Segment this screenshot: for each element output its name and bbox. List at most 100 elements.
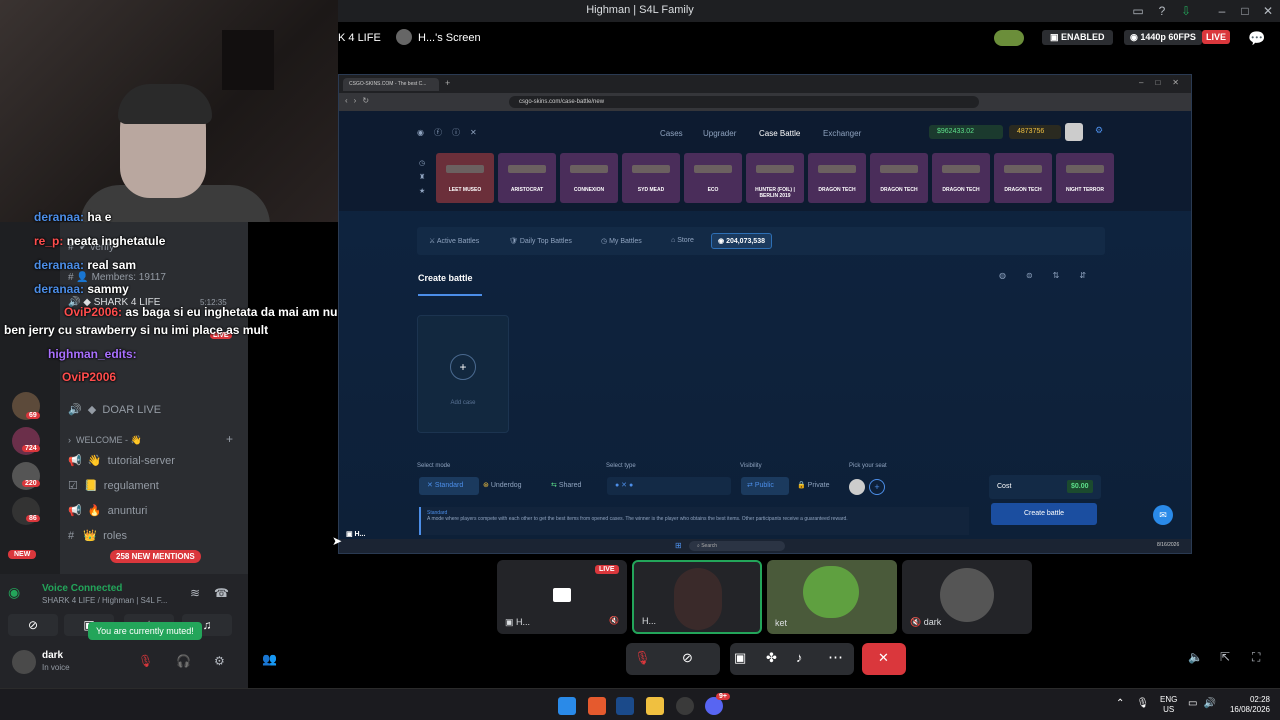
tab-my-battles[interactable]: ◷ My Battles (601, 237, 642, 245)
visibility-public-button[interactable]: ⇄ Public (741, 477, 789, 495)
add-case-slot[interactable]: + Add case (417, 315, 509, 433)
camera-off-icon[interactable]: ⊘ (682, 650, 693, 666)
drop-card[interactable]: DRAGON TECH (870, 153, 928, 203)
create-battle-button[interactable]: Create battle (991, 503, 1097, 525)
steam-icon[interactable] (616, 697, 634, 715)
fullscreen-icon[interactable]: ⛶ (1252, 650, 1260, 665)
balance-display[interactable]: $962433.02 (929, 125, 1003, 139)
add-channel-icon[interactable]: + (226, 432, 233, 446)
channel-regulament[interactable]: ☑ 📒 regulament (68, 479, 159, 492)
disconnect-icon[interactable]: ☎ (214, 586, 229, 600)
settings-icon[interactable]: ⚙ (214, 654, 225, 668)
app-icon[interactable] (676, 697, 694, 715)
drop-card[interactable]: DRAGON TECH (994, 153, 1052, 203)
new-mentions-badge[interactable]: 258 NEW MENTIONS (110, 550, 201, 563)
camera-toggle-button[interactable]: ⊘ (8, 614, 58, 636)
screen-share-icon[interactable]: ▣ (734, 650, 746, 666)
participant-tile[interactable]: LIVE ▣ H... 🔇 (497, 560, 627, 634)
tab-store[interactable]: ⌂ Store (671, 237, 694, 244)
noise-suppression-icon[interactable]: ≋ (190, 586, 200, 600)
participant-tile[interactable]: 🔇 dark (902, 560, 1032, 634)
channel-roles[interactable]: # 👑 roles (68, 529, 127, 542)
tab-active-battles[interactable]: ⚔ Active Battles (429, 237, 479, 245)
visibility-private-button[interactable]: 🔒 Private (797, 481, 829, 489)
mic-muted-icon[interactable]: 🎙 (634, 650, 651, 666)
drop-card[interactable]: SYD MEAD (622, 153, 680, 203)
channel-doar-live[interactable]: 🔊 ◆ DOAR LIVE (68, 403, 161, 416)
file-explorer-icon[interactable] (646, 697, 664, 715)
url-input[interactable]: csgo-skins.com/case-battle/new (509, 96, 979, 108)
leave-call-button[interactable]: ✕ (862, 643, 906, 675)
close-icon[interactable]: ✕ (1260, 3, 1276, 19)
browser-tab[interactable]: CSGO-SKINS.COM - The best C... (343, 78, 439, 91)
drop-card[interactable]: HUNTER (FOIL) | BERLIN 2019 (746, 153, 804, 203)
drop-name: HUNTER (FOIL) | BERLIN 2019 (755, 187, 795, 199)
avatar[interactable] (1065, 123, 1083, 141)
more-icon[interactable]: ⋯ (828, 648, 843, 666)
voice-channel-name[interactable]: SHARK 4 LIFE / Highman | S4L F... (42, 596, 167, 605)
search-input[interactable]: ⌕ Search (689, 541, 785, 551)
clock[interactable]: 02:28 16/08/2026 (1220, 695, 1270, 715)
avatar[interactable] (12, 650, 36, 674)
window-controls[interactable]: –□✕ (1139, 78, 1191, 87)
seat-avatar[interactable] (849, 479, 865, 495)
nav-exchanger[interactable]: Exchanger (823, 129, 861, 138)
feed-filter-icons[interactable]: ◷ ♜ ★ (419, 157, 425, 199)
add-friend-icon[interactable]: 👥 (262, 652, 277, 666)
mode-standard-button[interactable]: ✕ Standard (419, 477, 479, 495)
network-volume-icons[interactable]: ▭🔊 (1188, 698, 1222, 709)
drop-card[interactable]: NIGHT TERROR (1056, 153, 1114, 203)
language-indicator[interactable]: ENG US (1160, 695, 1177, 715)
add-seat-icon[interactable]: + (869, 479, 885, 495)
drop-card[interactable]: DRAGON TECH (932, 153, 990, 203)
tray-icons[interactable]: ⌃🎙 (1116, 698, 1161, 709)
weapon-icon (632, 165, 670, 173)
soundboard-icon[interactable]: ♪ (796, 650, 803, 665)
nav-buttons[interactable]: ‹›↻ (345, 96, 375, 105)
headphones-icon[interactable]: 🎧 (176, 654, 191, 668)
start-icon[interactable] (558, 697, 576, 715)
weapon-icon (756, 165, 794, 173)
gear-icon[interactable]: ⚙ (1095, 125, 1103, 136)
screen-label: H...'s Screen (418, 32, 481, 44)
help-icon[interactable]: ? (1154, 3, 1170, 19)
nav-upgrader[interactable]: Upgrader (703, 129, 736, 138)
drop-card[interactable]: CONNEXION (560, 153, 618, 203)
windows-icon[interactable]: ⊞ (675, 541, 682, 550)
coins-display[interactable]: 4873756 (1009, 125, 1061, 139)
mute-icon[interactable]: 🎙 (138, 654, 153, 668)
download-icon[interactable]: ⇩ (1178, 3, 1194, 19)
chat-support-icon[interactable]: ✉ (1153, 505, 1173, 525)
category-welcome[interactable]: › WELCOME - 👋 (68, 435, 142, 446)
drop-card[interactable]: ECO (684, 153, 742, 203)
participant-tile[interactable]: ket (767, 560, 897, 634)
channel-anunturi[interactable]: 📢 🔥 anunturi (68, 504, 147, 517)
drop-card[interactable]: LEET MUSEO (436, 153, 494, 203)
chat-icon[interactable]: 💬 (1248, 30, 1265, 47)
nav-case-battle[interactable]: Case Battle (759, 129, 800, 138)
plus-icon[interactable]: + (450, 354, 476, 380)
volume-icon[interactable]: 🔈 (1188, 650, 1203, 664)
drop-card[interactable]: DRAGON TECH (808, 153, 866, 203)
activities-icon[interactable]: ✤ (766, 650, 777, 666)
social-icons[interactable]: ◉ⓕⓘ✕ (417, 127, 487, 138)
mode-shared-button[interactable]: ⇆ Shared (551, 481, 581, 489)
channel-tutorial-server[interactable]: 📢 👋 tutorial-server (68, 454, 175, 467)
mode-underdog-button[interactable]: ⊛ Underdog (483, 481, 522, 489)
store-coins[interactable]: ◉ 204,073,538 (711, 233, 772, 249)
maximize-icon[interactable]: □ (1237, 3, 1253, 19)
user-name: dark (42, 650, 64, 661)
participant-avatar (674, 568, 722, 630)
new-tab-icon[interactable]: + (445, 78, 450, 88)
sort-controls[interactable]: ◍⊜⇅⇵ (999, 271, 1106, 280)
participant-tile[interactable]: H... (632, 560, 762, 634)
type-select[interactable]: ● ✕ ● (607, 477, 731, 495)
brave-icon[interactable] (588, 697, 606, 715)
chat-overlay: deranaa: ha e re_p: neata inghetatule de… (4, 210, 384, 390)
popout-icon[interactable]: ⇱ (1220, 650, 1230, 664)
tab-daily-top-battles[interactable]: 🛡 Daily Top Battles (509, 237, 572, 245)
nav-cases[interactable]: Cases (660, 129, 683, 138)
drop-card[interactable]: ARISTOCRAT (498, 153, 556, 203)
minimize-icon[interactable]: – (1214, 3, 1230, 19)
inbox-icon[interactable]: ▭ (1130, 3, 1146, 19)
